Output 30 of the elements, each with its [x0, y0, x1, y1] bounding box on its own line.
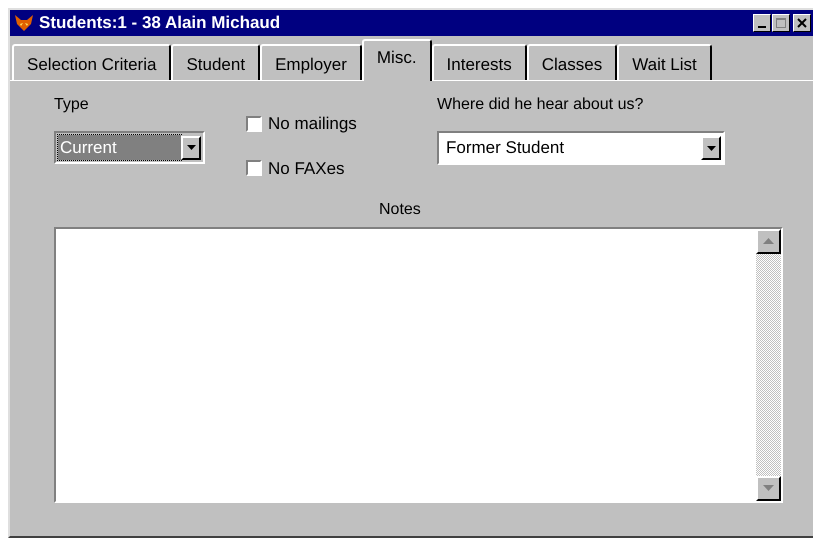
source-dropdown[interactable]: Former Student: [437, 131, 725, 165]
source-value: Former Student: [445, 137, 566, 160]
checkbox[interactable]: [246, 160, 262, 176]
maximize-button[interactable]: [772, 14, 790, 32]
type-dropdown[interactable]: Current: [54, 131, 205, 164]
tab[interactable]: Classes: [526, 44, 618, 80]
tab[interactable]: Misc.: [362, 39, 432, 81]
tab[interactable]: Selection Criteria: [12, 44, 172, 80]
tab[interactable]: Student: [171, 44, 260, 80]
notes-field[interactable]: [54, 227, 783, 503]
minimize-icon: [758, 26, 766, 28]
notes-label: Notes: [379, 200, 421, 220]
close-icon: [797, 18, 807, 28]
close-button[interactable]: [793, 14, 811, 32]
checkbox-label: No mailings: [268, 113, 357, 135]
type-value: Current: [58, 135, 181, 160]
checkbox-label: No FAXes: [268, 158, 345, 180]
tab[interactable]: Interests: [432, 44, 527, 80]
window-title: Students:1 - 38 Alain Michaud: [39, 12, 282, 34]
tab[interactable]: Wait List: [617, 44, 712, 80]
scroll-down-icon[interactable]: [756, 476, 781, 501]
type-label: Type: [54, 95, 89, 115]
scroll-up-icon[interactable]: [756, 229, 781, 254]
maximize-icon: [776, 18, 786, 28]
tab[interactable]: Employer: [260, 44, 362, 80]
fox-icon: [14, 14, 34, 32]
checkbox[interactable]: [246, 116, 262, 132]
minimize-button[interactable]: [753, 14, 771, 32]
source-label: Where did he hear about us?: [437, 95, 644, 115]
scrollbar[interactable]: [756, 229, 781, 501]
